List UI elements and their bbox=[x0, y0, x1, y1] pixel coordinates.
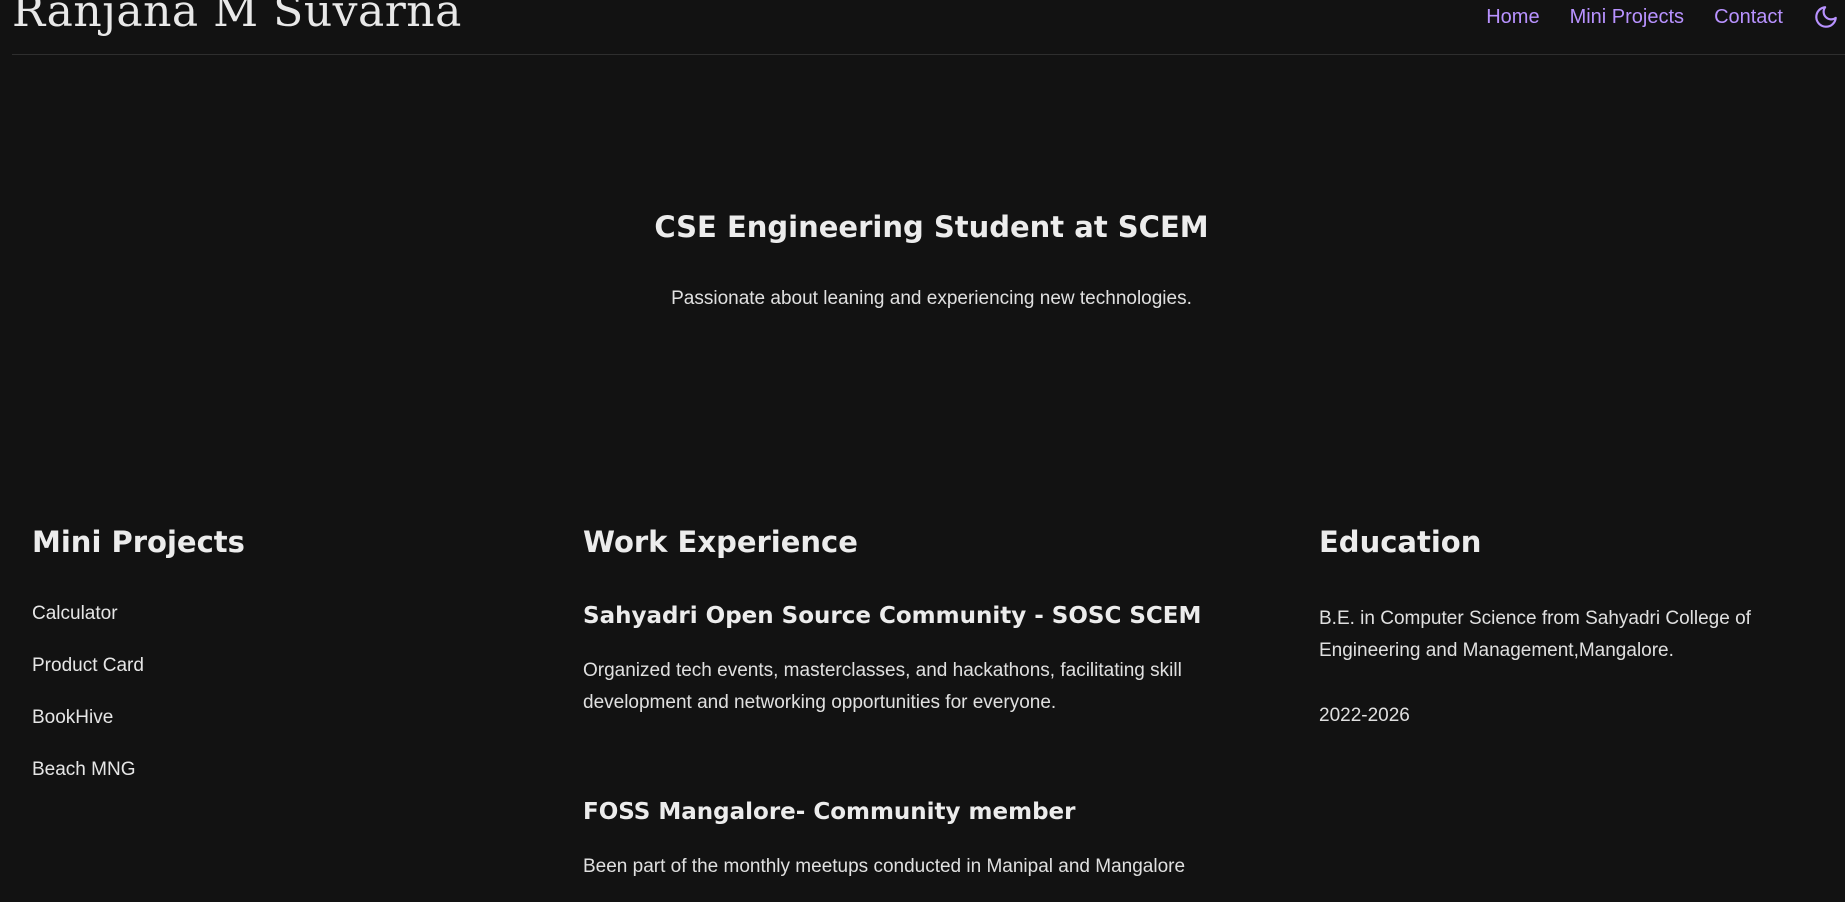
project-link-beach-mng[interactable]: Beach MNG bbox=[32, 759, 135, 780]
nav-link-home[interactable]: Home bbox=[1486, 6, 1539, 29]
education-degree: B.E. in Computer Science from Sahyadri C… bbox=[1319, 608, 1751, 661]
hero-subtitle: Passionate about leaning and experiencin… bbox=[671, 288, 1192, 309]
work-experience-section: Work Experience Sahyadri Open Source Com… bbox=[583, 525, 1243, 883]
site-title: Ranjana M Suvarna bbox=[12, 0, 462, 37]
project-link-product-card[interactable]: Product Card bbox=[32, 655, 144, 676]
mini-projects-section: Mini Projects Calculator Product Card Bo… bbox=[32, 525, 532, 811]
project-item-calculator: Calculator bbox=[32, 603, 532, 655]
education-section: Education B.E. in Computer Science from … bbox=[1319, 525, 1839, 727]
project-list: Calculator Product Card BookHive Beach M… bbox=[32, 603, 532, 811]
nav-link-contact[interactable]: Contact bbox=[1714, 6, 1783, 29]
site-header: Ranjana M Suvarna Home Mini Projects Con… bbox=[12, 0, 1845, 55]
hero-title: CSE Engineering Student at SCEM bbox=[654, 210, 1209, 244]
top-nav: Home Mini Projects Contact bbox=[1486, 4, 1845, 30]
education-heading: Education bbox=[1319, 525, 1482, 559]
project-item-bookhive: BookHive bbox=[32, 707, 532, 759]
project-link-bookhive[interactable]: BookHive bbox=[32, 707, 113, 728]
education-years: 2022-2026 bbox=[1319, 705, 1410, 726]
theme-toggle-button[interactable] bbox=[1813, 4, 1845, 30]
job-title: Sahyadri Open Source Community - SOSC SC… bbox=[583, 603, 1202, 629]
project-link-calculator[interactable]: Calculator bbox=[32, 603, 118, 624]
hero-section: CSE Engineering Student at SCEM Passiona… bbox=[0, 210, 1845, 310]
job-entry: FOSS Mangalore- Community member Been pa… bbox=[583, 799, 1243, 883]
job-title: FOSS Mangalore- Community member bbox=[583, 799, 1076, 825]
nav-link-mini-projects[interactable]: Mini Projects bbox=[1570, 6, 1684, 29]
work-experience-heading: Work Experience bbox=[583, 525, 858, 559]
moon-icon bbox=[1815, 6, 1837, 28]
job-entry: Sahyadri Open Source Community - SOSC SC… bbox=[583, 603, 1243, 719]
mini-projects-heading: Mini Projects bbox=[32, 525, 245, 559]
job-description: Been part of the monthly meetups conduct… bbox=[583, 856, 1186, 877]
project-item-beach-mng: Beach MNG bbox=[32, 759, 532, 811]
project-item-product-card: Product Card bbox=[32, 655, 532, 707]
job-description: Organized tech events, masterclasses, an… bbox=[583, 660, 1182, 713]
